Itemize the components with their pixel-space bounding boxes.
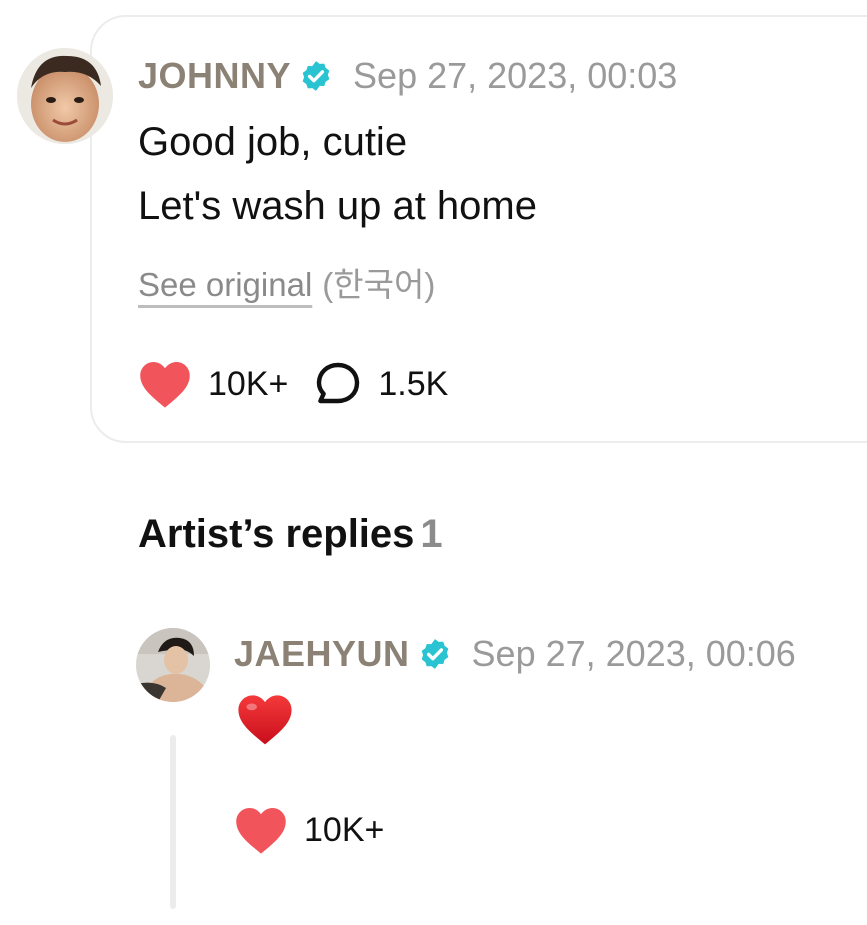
like-button[interactable]: 10K+ bbox=[138, 359, 288, 409]
like-count: 10K+ bbox=[208, 364, 289, 403]
reply-like-count: 10K+ bbox=[304, 810, 385, 849]
post-reactions: 10K+ 1.5K bbox=[138, 356, 448, 412]
reply-header: JAEHYUN Sep 27, 2023, 00:06 bbox=[234, 630, 796, 678]
see-original-link[interactable]: See original bbox=[138, 266, 312, 303]
speech-bubble-icon bbox=[317, 362, 360, 404]
replies-count: 1 bbox=[420, 512, 443, 556]
original-language-label: (한국어) bbox=[322, 266, 436, 303]
verified-badge-icon bbox=[302, 61, 330, 91]
post-text-line: Good job, cutie bbox=[138, 120, 408, 164]
section-title-text: Artist’s replies bbox=[138, 512, 415, 556]
heart-icon bbox=[140, 361, 190, 408]
reply-timestamp: Sep 27, 2023, 00:06 bbox=[471, 633, 796, 674]
reply-author-name[interactable]: JAEHYUN bbox=[234, 633, 410, 675]
red-heart-emoji-icon bbox=[238, 695, 292, 745]
artist-replies-heading: Artist’s replies 1 bbox=[138, 512, 443, 557]
post-text-line: Let's wash up at home bbox=[138, 184, 537, 228]
verified-badge-icon bbox=[421, 639, 448, 669]
translation-info: See original (한국어) bbox=[138, 258, 435, 306]
comment-count: 1.5K bbox=[378, 364, 449, 403]
author-name[interactable]: JOHNNY bbox=[138, 55, 291, 97]
post-timestamp: Sep 27, 2023, 00:03 bbox=[353, 55, 678, 96]
reply-thread-line bbox=[170, 735, 176, 909]
reply-reactions: 10K+ bbox=[234, 802, 384, 858]
comment-button[interactable]: 1.5K bbox=[314, 360, 448, 408]
reply-like-button[interactable]: 10K+ bbox=[234, 805, 384, 855]
heart-icon bbox=[236, 807, 286, 854]
johnny-avatar[interactable] bbox=[17, 48, 113, 144]
jaehyun-avatar[interactable] bbox=[136, 628, 210, 702]
post-header: JOHNNY Sep 27, 2023, 00:03 bbox=[138, 52, 677, 100]
